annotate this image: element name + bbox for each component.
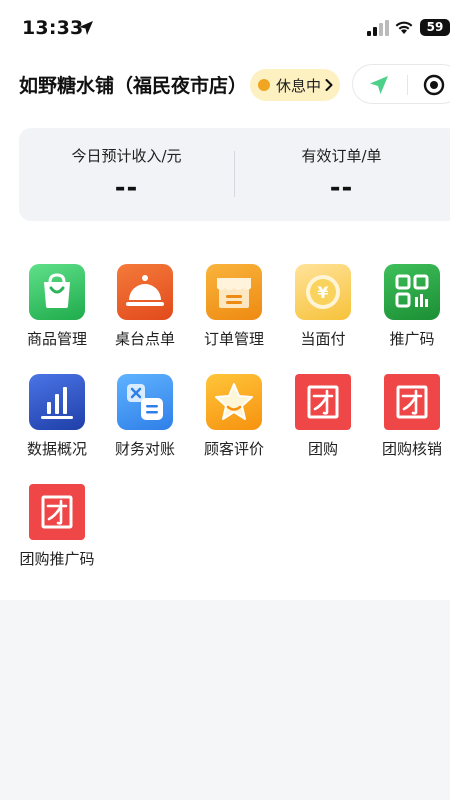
wifi-icon <box>395 21 413 34</box>
menu-item-label: 财务对账 <box>114 440 175 458</box>
svg-text:¥: ¥ <box>317 283 328 302</box>
cloche-icon <box>117 264 173 320</box>
status-time: 13:33 <box>22 17 84 39</box>
shop-status-label: 休息中 <box>276 76 322 95</box>
menu-item-data-overview[interactable]: 数据概况 <box>7 374 107 459</box>
menu-item-label: 顾客评价 <box>203 440 264 458</box>
menu-item-orders[interactable]: 订单管理 <box>184 264 284 349</box>
menu-item-reviews[interactable]: 顾客评价 <box>184 374 284 459</box>
group-buy-icon <box>384 374 440 430</box>
menu-item-group-verify[interactable]: 团购核销 <box>362 374 450 459</box>
menu-item-group-promo-code[interactable]: 团购推广码 <box>7 484 107 569</box>
stat-orders[interactable]: 有效订单/单 -- <box>234 128 449 221</box>
yuan-coin-icon: ¥ <box>295 264 351 320</box>
menu-item-face-pay[interactable]: ¥ 当面付 <box>273 264 373 349</box>
group-buy-icon <box>29 484 85 540</box>
qr-code-icon <box>384 264 440 320</box>
stat-label: 今日预计收入/元 <box>71 147 182 165</box>
stat-revenue[interactable]: 今日预计收入/元 -- <box>19 128 234 221</box>
navigation-arrow-icon[interactable] <box>368 74 390 96</box>
menu-item-group-buy[interactable]: 团购 <box>273 374 373 459</box>
menu-item-label: 订单管理 <box>203 330 264 348</box>
menu-item-label: 商品管理 <box>26 330 87 348</box>
menu-item-label: 团购推广码 <box>19 550 95 568</box>
menu-item-goods[interactable]: 商品管理 <box>7 264 107 349</box>
stat-value: -- <box>114 173 139 203</box>
menu-item-promo-code[interactable]: 推广码 <box>362 264 450 349</box>
menu-item-label: 桌台点单 <box>114 330 175 348</box>
stat-label: 有效订单/单 <box>301 147 382 165</box>
group-buy-icon <box>295 374 351 430</box>
status-bar: 13:33 59 <box>0 0 450 56</box>
header-capsule <box>352 64 450 104</box>
main-panel: 13:33 59 如野糖水铺（福民夜市店） 休息中 今日预计收入/元 -- 有效… <box>0 0 450 600</box>
chevron-right-icon <box>325 79 333 91</box>
battery-indicator: 59 <box>420 19 450 36</box>
status-dot-icon <box>258 79 270 91</box>
cellular-signal-icon <box>367 20 389 36</box>
star-icon <box>206 374 262 430</box>
shop-status-button[interactable]: 休息中 <box>250 69 340 101</box>
shopping-bag-icon <box>29 264 85 320</box>
location-arrow-icon <box>79 21 93 35</box>
menu-item-label: 当面付 <box>300 330 346 348</box>
menu-item-label: 团购 <box>307 440 338 458</box>
menu-item-label: 团购核销 <box>381 440 442 458</box>
shop-title[interactable]: 如野糖水铺（福民夜市店） <box>19 71 247 98</box>
menu-item-label: 推广码 <box>389 330 435 348</box>
capsule-divider <box>407 75 408 95</box>
stats-card: 今日预计收入/元 -- 有效订单/单 -- <box>19 128 450 221</box>
target-icon[interactable] <box>422 73 446 97</box>
menu-item-finance[interactable]: 财务对账 <box>95 374 195 459</box>
calculator-icon <box>117 374 173 430</box>
stat-value: -- <box>329 173 354 203</box>
storefront-icon <box>206 264 262 320</box>
bar-chart-icon <box>29 374 85 430</box>
menu-item-table-order[interactable]: 桌台点单 <box>95 264 195 349</box>
menu-item-label: 数据概况 <box>26 440 87 458</box>
